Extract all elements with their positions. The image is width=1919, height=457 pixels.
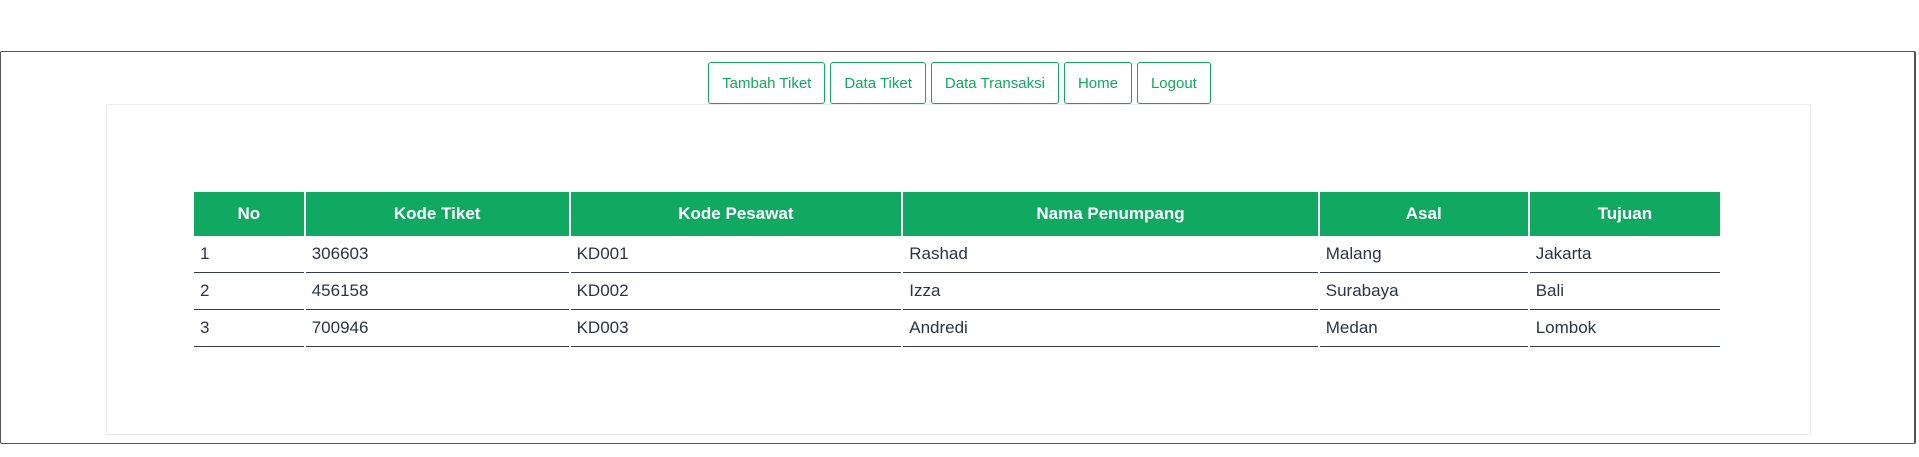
header-kode-pesawat: Kode Pesawat (570, 192, 902, 236)
nav-data-transaksi-button[interactable]: Data Transaksi (930, 62, 1059, 104)
header-no: No (194, 192, 304, 236)
cell-kode-pesawat: KD001 (570, 236, 902, 273)
cell-asal: Medan (1319, 310, 1528, 347)
cell-kode-pesawat: KD002 (570, 273, 902, 310)
cell-tujuan: Bali (1529, 273, 1720, 310)
table-row: 3 700946 KD003 Andredi Medan Lombok (194, 310, 1720, 347)
cell-kode-pesawat: KD003 (570, 310, 902, 347)
header-asal: Asal (1319, 192, 1528, 236)
header-nama-penumpang: Nama Penumpang (903, 192, 1318, 236)
cell-nama-penumpang: Andredi (903, 310, 1318, 347)
nav-home-button[interactable]: Home (1063, 62, 1132, 104)
cell-asal: Malang (1319, 236, 1528, 273)
nav-tambah-tiket-button[interactable]: Tambah Tiket (708, 62, 826, 104)
top-nav: Tambah Tiket Data Tiket Data Transaksi H… (0, 62, 1919, 104)
cell-nama-penumpang: Rashad (903, 236, 1318, 273)
cell-nama-penumpang: Izza (903, 273, 1318, 310)
cell-tujuan: Jakarta (1529, 236, 1720, 273)
tickets-table: No Kode Tiket Kode Pesawat Nama Penumpan… (192, 192, 1722, 347)
cell-kode-tiket: 306603 (305, 236, 569, 273)
cell-asal: Surabaya (1319, 273, 1528, 310)
cell-no: 2 (194, 273, 304, 310)
nav-logout-button[interactable]: Logout (1136, 62, 1211, 104)
cell-no: 1 (194, 236, 304, 273)
table-header-row: No Kode Tiket Kode Pesawat Nama Penumpan… (194, 192, 1720, 236)
cell-kode-tiket: 456158 (305, 273, 569, 310)
cell-kode-tiket: 700946 (305, 310, 569, 347)
header-tujuan: Tujuan (1529, 192, 1720, 236)
cell-tujuan: Lombok (1529, 310, 1720, 347)
table-body: 1 306603 KD001 Rashad Malang Jakarta 2 4… (194, 236, 1720, 347)
nav-data-tiket-button[interactable]: Data Tiket (830, 62, 926, 104)
table-header: No Kode Tiket Kode Pesawat Nama Penumpan… (194, 192, 1720, 236)
table-row: 2 456158 KD002 Izza Surabaya Bali (194, 273, 1720, 310)
header-kode-tiket: Kode Tiket (305, 192, 569, 236)
table-row: 1 306603 KD001 Rashad Malang Jakarta (194, 236, 1720, 273)
cell-no: 3 (194, 310, 304, 347)
